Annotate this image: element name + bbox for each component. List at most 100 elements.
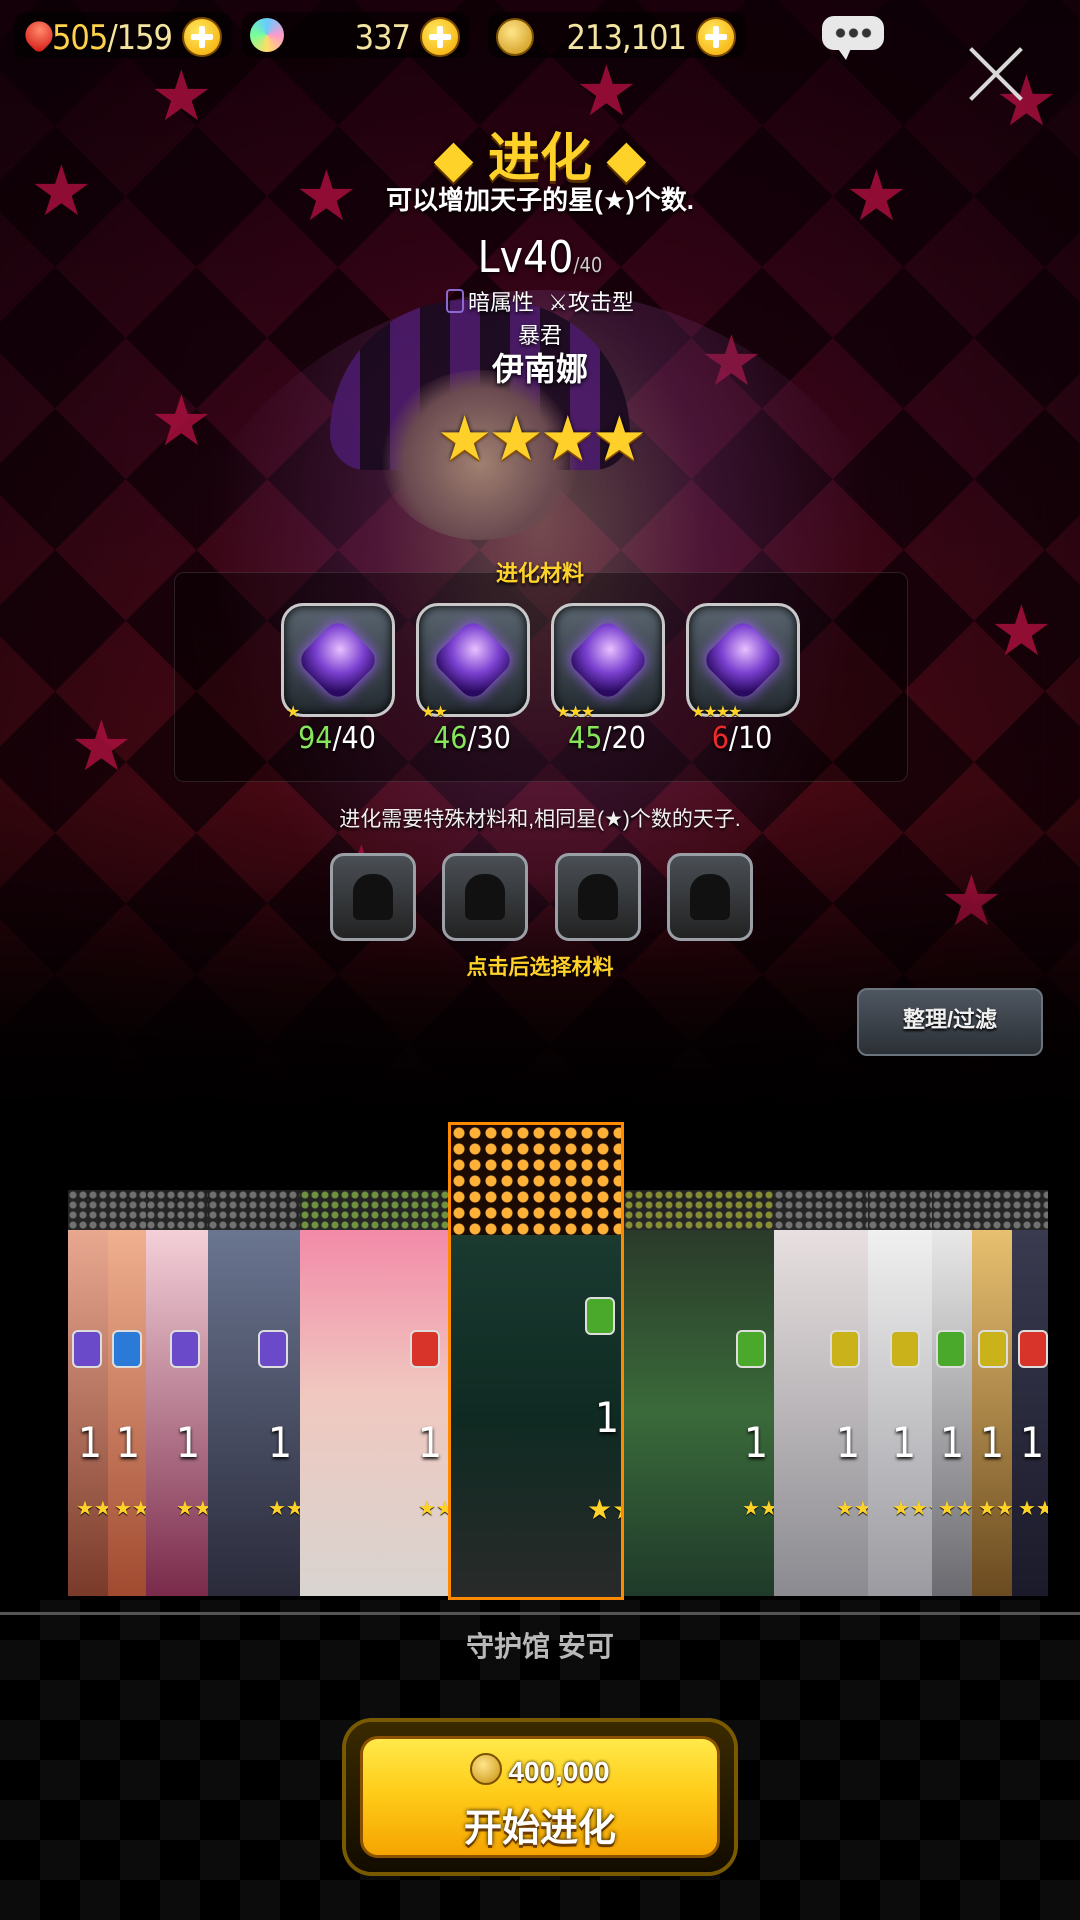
materials-title: 进化材料 (495, 561, 584, 586)
material-item-2[interactable]: ★★ 46/30 (416, 603, 530, 756)
material-slot: ★★ (416, 603, 530, 721)
material-need: /30 (467, 721, 511, 756)
character-card-5[interactable]: 1 ★★★★ (300, 1190, 449, 1596)
card-stars: ★★★★ (176, 1498, 209, 1520)
element-icon (736, 1330, 766, 1368)
character-card-9[interactable]: 1 ★★★★ (868, 1190, 933, 1596)
sword-icon: ⚔ (548, 290, 568, 315)
card-stars: ★★★★ (978, 1498, 1013, 1520)
character-name: 伊南娜 (491, 351, 588, 387)
coin-icon (470, 1753, 503, 1785)
add-gold-button[interactable] (696, 17, 736, 57)
card-stars: ★★★★ (938, 1498, 973, 1520)
stamina-counter: 505/159 (14, 12, 232, 58)
character-level: Lv40/40 (0, 232, 1080, 283)
material-slot: ★★★★ (686, 603, 800, 721)
element-icon (410, 1330, 440, 1368)
material-character-slot-1[interactable] (330, 853, 416, 941)
card-level: 1 (1020, 1418, 1045, 1467)
coin-icon (496, 18, 534, 56)
character-card-8[interactable]: 1 ★★★★ (774, 1190, 869, 1596)
card-art (932, 1230, 972, 1596)
crystal-icon (565, 617, 651, 703)
card-level: 1 (176, 1418, 201, 1467)
material-item-3[interactable]: ★★★ 45/20 (551, 603, 665, 756)
page-subtitle: 可以增加天子的星(★)个数. (386, 185, 694, 215)
start-evolution-button[interactable]: 400,000 开始进化 (346, 1722, 734, 1872)
material-stars: ★ (286, 704, 300, 721)
card-level: 1 (940, 1418, 965, 1467)
dark-element-icon (446, 289, 465, 313)
material-stars: ★★ (421, 704, 448, 721)
requirement-hint: 进化需要特殊材料和,相同星(★)个数的天子. (339, 808, 741, 831)
character-card-3[interactable]: 1 ★★★★ (146, 1190, 209, 1596)
add-gems-button[interactable] (420, 17, 460, 57)
character-card-12[interactable]: 1 ★★★★ (1012, 1190, 1049, 1596)
card-art (108, 1230, 146, 1596)
material-count: 46/30 (416, 721, 528, 756)
card-level: 1 (595, 1393, 620, 1442)
material-have: 94 (298, 721, 333, 756)
start-evolution-button-face: 400,000 开始进化 (360, 1736, 720, 1858)
material-character-slot-4[interactable] (667, 853, 753, 941)
character-card-4[interactable]: 1 ★★★★ (208, 1190, 301, 1596)
start-evolution-label: 开始进化 (463, 1808, 616, 1850)
card-art (208, 1230, 300, 1596)
material-have: 45 (568, 721, 603, 756)
material-stars: ★★★★ (691, 704, 742, 721)
character-silhouette-icon (465, 874, 505, 920)
card-level: 1 (418, 1418, 443, 1467)
character-stars: ★★★★ (436, 405, 647, 474)
material-item-4[interactable]: ★★★★ 6/10 (686, 603, 800, 756)
element-icon (72, 1330, 102, 1368)
material-character-slot-3[interactable] (555, 853, 641, 941)
material-item-1[interactable]: ★ 94/40 (281, 603, 395, 756)
crystal-icon (295, 617, 381, 703)
card-art (972, 1230, 1012, 1596)
element-icon (585, 1297, 615, 1335)
card-stars: ★★★★ (892, 1498, 932, 1520)
stamina-value: 505/159 (51, 18, 173, 58)
crystal-icon (700, 617, 786, 703)
sort-filter-button[interactable]: 整理/过滤 (857, 988, 1043, 1056)
character-card-2[interactable]: 1 ★★★★ (108, 1190, 147, 1596)
gem-icon (250, 18, 284, 52)
card-level: 1 (980, 1418, 1005, 1467)
element-icon (830, 1330, 860, 1368)
card-art (1012, 1230, 1048, 1596)
character-card-7[interactable]: 1 ★★★★ (624, 1190, 775, 1596)
card-level: 1 (268, 1418, 293, 1467)
card-stars: ★★★★ (268, 1498, 301, 1520)
card-stars: ★★★★ (836, 1498, 869, 1520)
card-stars: ★★★★ (114, 1498, 147, 1520)
card-art (774, 1230, 868, 1596)
close-button[interactable] (966, 44, 1026, 104)
add-stamina-button[interactable] (182, 17, 222, 57)
card-stars: ★★★★ (742, 1498, 775, 1520)
character-attributes: 暗属性 ⚔攻击型 (0, 285, 1080, 317)
character-card-10[interactable]: 1 ★★★★ (932, 1190, 973, 1596)
card-art (68, 1230, 108, 1596)
card-stars: ★★★★ (418, 1498, 448, 1520)
selected-character-name: 守护馆 安可 (466, 1631, 614, 1662)
chat-icon-dots (834, 28, 874, 38)
card-level: 1 (836, 1418, 861, 1467)
element-icon (978, 1330, 1008, 1368)
material-character-slot-2[interactable] (442, 853, 528, 941)
role-label: 攻击型 (567, 290, 634, 315)
stamina-current: 505 (51, 18, 108, 58)
card-art (868, 1230, 932, 1596)
chat-button[interactable] (822, 16, 884, 60)
character-card-1[interactable]: 1 ★★★★ (68, 1190, 109, 1596)
material-count: 45/20 (551, 721, 663, 756)
character-card-11[interactable]: 1 ★★★★ (972, 1190, 1013, 1596)
card-level: 1 (744, 1418, 769, 1467)
material-need: /40 (332, 721, 376, 756)
evolution-cost: 400,000 (363, 1753, 717, 1788)
character-card-6-selected[interactable]: 1 ★★★★ (448, 1122, 624, 1600)
card-level: 1 (892, 1418, 917, 1467)
card-art (624, 1230, 774, 1596)
element-icon (890, 1330, 920, 1368)
material-slot: ★ (281, 603, 395, 721)
stamina-max: /159 (107, 18, 173, 58)
